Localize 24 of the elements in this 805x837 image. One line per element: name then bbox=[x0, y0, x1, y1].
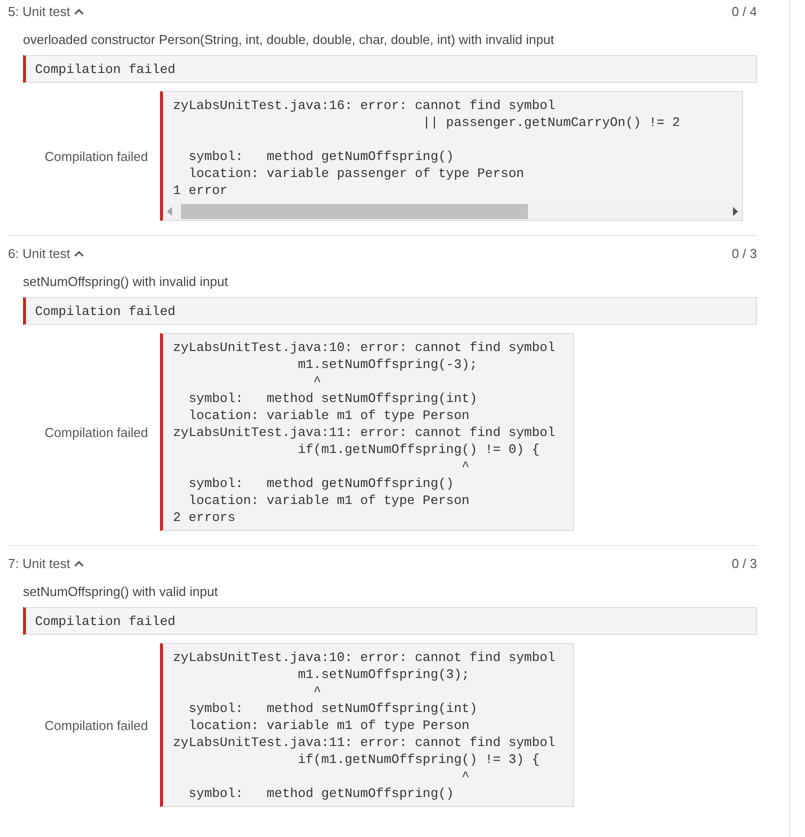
caret-up-icon bbox=[74, 560, 84, 566]
scroll-left-icon[interactable] bbox=[167, 207, 173, 216]
caret-up-icon bbox=[74, 8, 84, 14]
test-score: 0 / 4 bbox=[732, 4, 757, 18]
test-description: overloaded constructor Person(String, int, double, double, char, double, int) with invalid input bbox=[23, 32, 556, 47]
unit-test-toggle[interactable]: 5: Unit test bbox=[8, 4, 84, 18]
output-label: Compilation failed bbox=[44, 424, 148, 440]
test-score: 0 / 3 bbox=[732, 246, 757, 260]
caret-up-icon bbox=[74, 250, 84, 256]
error-text: zyLabsUnitTest.java:10: error: cannot find symbol m1.setNumOffspring(-3); ^ symbol: method setNumOffspring(int) location: variable m1 of type Person zyLabsUnitTest.java:11: error: cannot find symbol if(m1.getNumOffspring() != 0) { ^ symbol: method getNumOffspring() location: variable m1 of type Person 2 errors bbox=[172, 339, 556, 527]
test-description: setNumOffspring() with invalid input bbox=[23, 274, 229, 289]
error-text: zyLabsUnitTest.java:16: error: cannot find symbol || passenger.getNumCarryOn() != 2 symbol: method getNumOffspring() location: variable passenger of type Person 1 error bbox=[172, 97, 682, 200]
error-text: zyLabsUnitTest.java:10: error: cannot find symbol m1.setNumOffspring(3); ^ symbol: method setNumOffspring(int) location: variable m1 of type Person zyLabsUnitTest.java:11: error: cannot find symbol if(m1.getNumOffspring() != 3) { ^ symbol: method getNumOffspring() bbox=[172, 649, 556, 803]
unit-test-toggle[interactable]: 6: Unit test bbox=[8, 246, 84, 260]
status-message: Compilation failed bbox=[23, 55, 757, 83]
test-description: setNumOffspring() with valid input bbox=[23, 584, 219, 599]
unit-test-toggle[interactable]: 7: Unit test bbox=[8, 556, 84, 570]
scrollbar-thumb[interactable] bbox=[181, 204, 528, 219]
test-score: 0 / 3 bbox=[732, 556, 757, 570]
status-message: Compilation failed bbox=[23, 297, 757, 325]
output-label: Compilation failed bbox=[44, 148, 148, 164]
output-label: Compilation failed bbox=[44, 718, 148, 732]
status-message: Compilation failed bbox=[23, 607, 757, 635]
scroll-right-icon[interactable] bbox=[732, 207, 738, 216]
